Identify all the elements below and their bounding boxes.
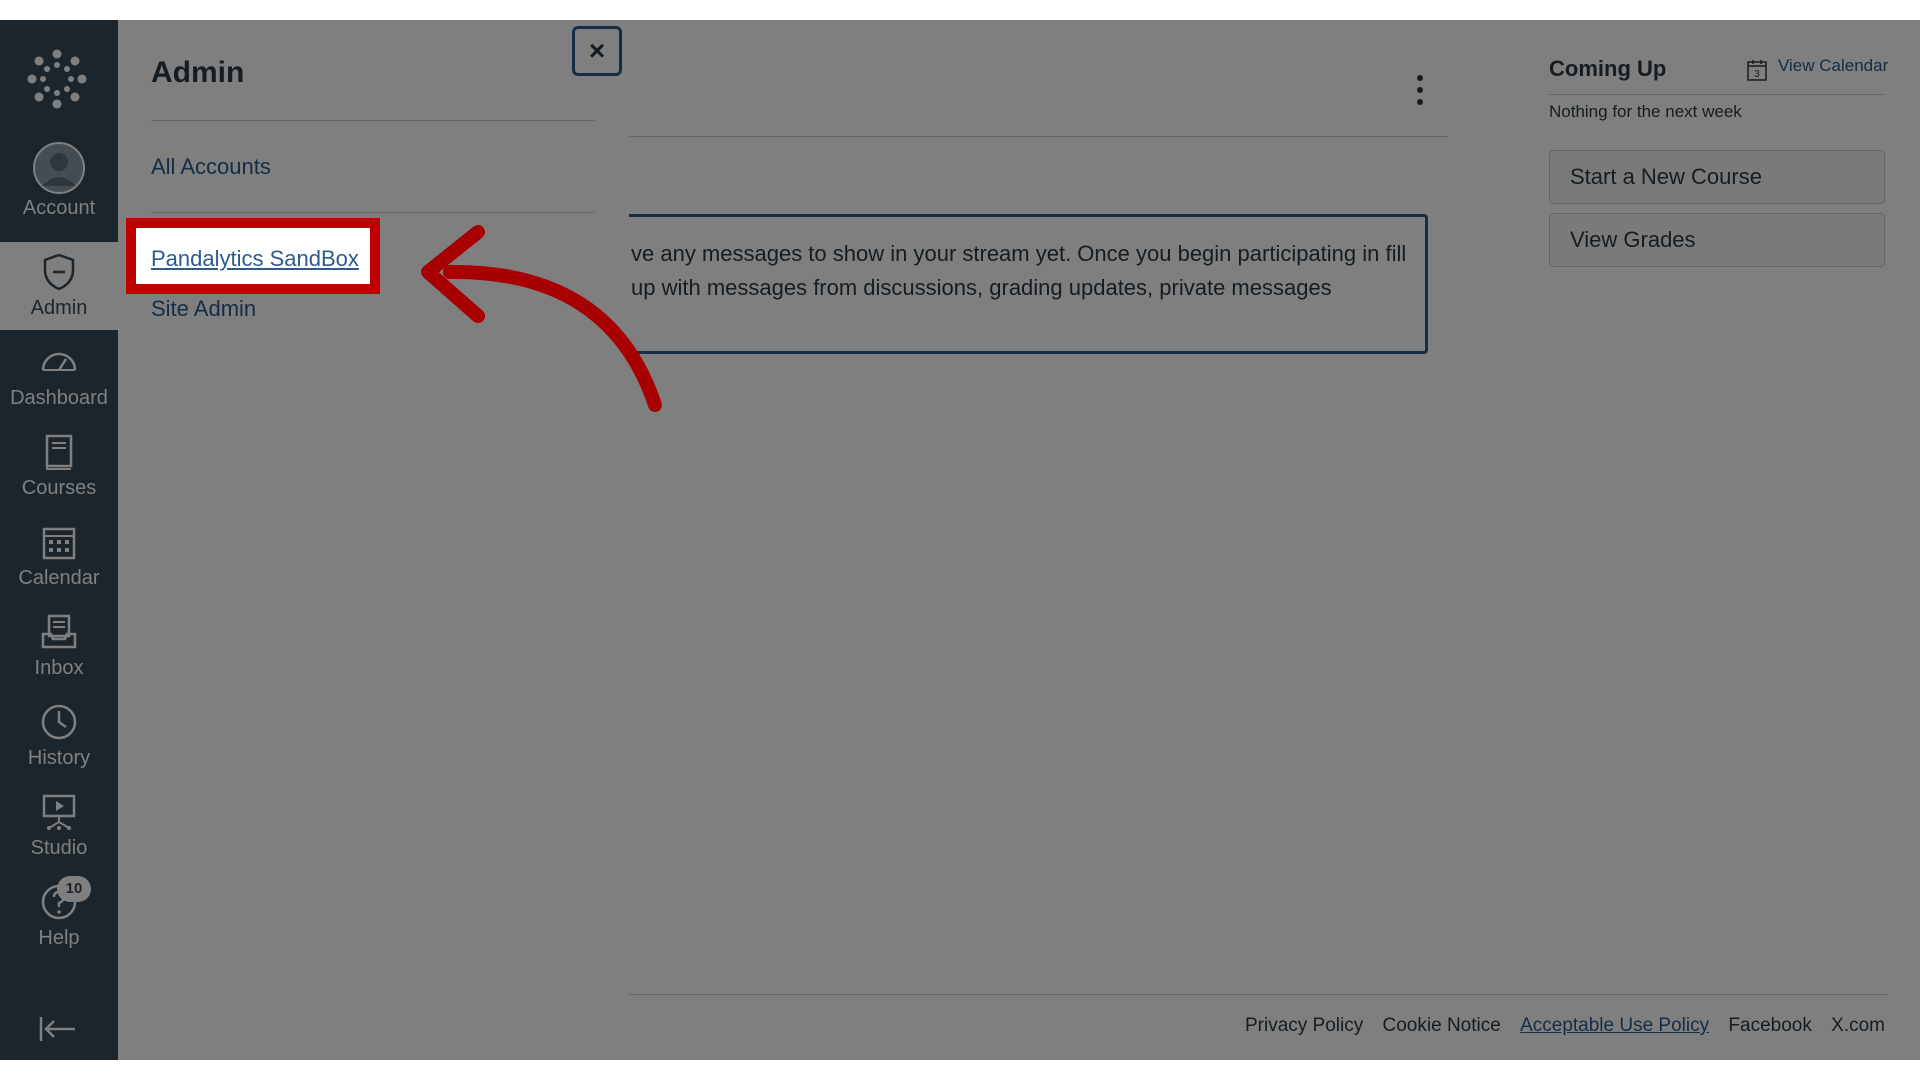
coming-up-empty-text: Nothing for the next week bbox=[1549, 102, 1742, 121]
nav-studio-label: Studio bbox=[30, 837, 88, 859]
nav-inbox[interactable]: Inbox bbox=[0, 602, 118, 690]
calendar-icon bbox=[42, 527, 76, 560]
nav-courses-label: Courses bbox=[21, 477, 97, 499]
pointer-arrow-icon bbox=[421, 225, 662, 412]
help-badge: 10 bbox=[57, 876, 91, 902]
nav-admin[interactable]: Admin bbox=[0, 242, 118, 330]
x-link[interactable]: X.com bbox=[1831, 1015, 1885, 1036]
nav-calendar[interactable]: Calendar bbox=[0, 512, 118, 600]
global-navigation: Account Admin Dashboard Courses Calendar… bbox=[0, 20, 118, 1060]
stream-message-text: ve any messages to show in your stream y… bbox=[631, 241, 1407, 300]
admin-tray: Admin × All Accounts Site Admin bbox=[118, 20, 629, 1060]
view-grades-button[interactable]: View Grades bbox=[1549, 213, 1885, 267]
inbox-icon bbox=[41, 614, 77, 649]
tray-divider bbox=[151, 120, 595, 121]
nav-studio[interactable]: Studio bbox=[0, 782, 118, 870]
canvas-window: Account Admin Dashboard Courses Calendar… bbox=[0, 20, 1920, 1060]
facebook-link[interactable]: Facebook bbox=[1728, 1015, 1811, 1036]
start-new-course-button[interactable]: Start a New Course bbox=[1549, 150, 1885, 204]
coming-up-title: Coming Up bbox=[1549, 56, 1667, 81]
highlight-box: Pandalytics SandBox bbox=[126, 218, 380, 294]
nav-inbox-label: Inbox bbox=[34, 657, 84, 679]
calendar-icon-day: 3 bbox=[1754, 69, 1760, 80]
nav-admin-label: Admin bbox=[30, 297, 88, 319]
pandalytics-sandbox-link[interactable]: Pandalytics SandBox bbox=[151, 246, 359, 272]
shield-icon bbox=[43, 253, 75, 291]
book-icon bbox=[45, 434, 73, 470]
view-calendar-link[interactable]: View Calendar bbox=[1778, 56, 1888, 76]
all-accounts-link[interactable]: All Accounts bbox=[151, 154, 271, 180]
cookie-notice-link[interactable]: Cookie Notice bbox=[1383, 1015, 1501, 1036]
acceptable-use-policy-link[interactable]: Acceptable Use Policy bbox=[1520, 1015, 1709, 1036]
view-calendar-icon[interactable]: 3 bbox=[1746, 58, 1768, 82]
nav-account-label: Account bbox=[22, 197, 96, 219]
clock-icon bbox=[41, 704, 77, 740]
coming-up-divider bbox=[1549, 94, 1885, 95]
close-tray-button[interactable]: × bbox=[572, 26, 622, 76]
nav-history-label: History bbox=[27, 747, 91, 769]
nav-help-label: Help bbox=[38, 927, 80, 949]
canvas-logo-icon[interactable] bbox=[26, 48, 88, 110]
avatar-icon bbox=[33, 142, 85, 194]
nav-history[interactable]: History bbox=[0, 692, 118, 780]
collapse-nav-icon[interactable] bbox=[38, 1014, 78, 1044]
footer: Privacy Policy Cookie Notice Acceptable … bbox=[1231, 1015, 1885, 1037]
nav-calendar-label: Calendar bbox=[18, 567, 100, 589]
dashboard-icon bbox=[41, 352, 77, 371]
nav-help[interactable]: 10 Help bbox=[0, 872, 118, 960]
nav-dashboard[interactable]: Dashboard bbox=[0, 332, 118, 420]
studio-icon bbox=[42, 794, 76, 830]
site-admin-link[interactable]: Site Admin bbox=[151, 296, 256, 322]
nav-courses[interactable]: Courses bbox=[0, 422, 118, 510]
nav-account[interactable]: Account bbox=[0, 142, 118, 230]
nav-dashboard-label: Dashboard bbox=[10, 387, 108, 409]
privacy-policy-link[interactable]: Privacy Policy bbox=[1245, 1015, 1363, 1036]
admin-tray-title: Admin bbox=[151, 56, 245, 89]
more-options-icon[interactable] bbox=[1410, 72, 1430, 108]
